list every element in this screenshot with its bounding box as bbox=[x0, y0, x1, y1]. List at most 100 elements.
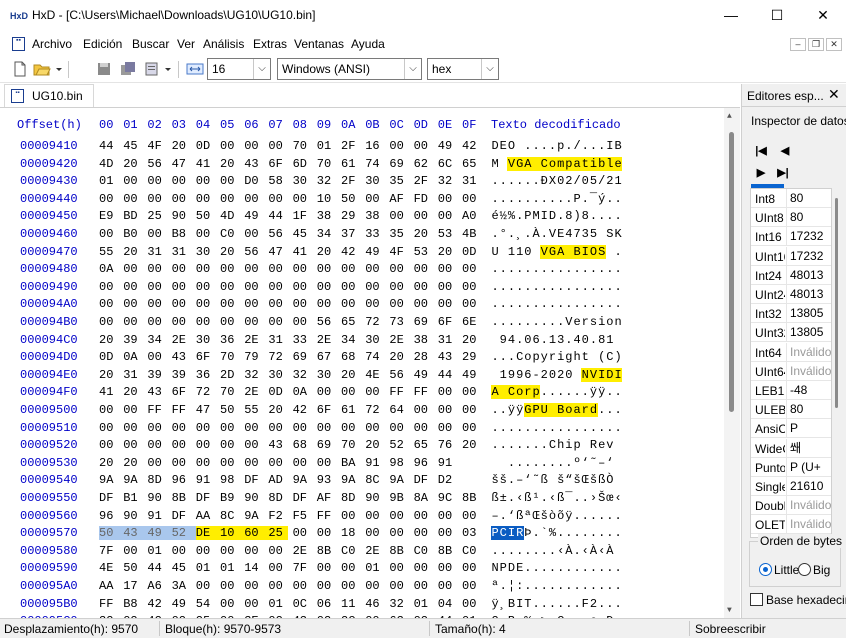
decoded-char[interactable]: h bbox=[573, 350, 581, 364]
hex-byte[interactable]: 64 bbox=[389, 403, 409, 417]
hex-byte[interactable]: 00 bbox=[365, 280, 385, 294]
decoded-char[interactable]: . bbox=[606, 526, 614, 540]
decoded-char[interactable]: . bbox=[548, 421, 556, 435]
hex-byte[interactable]: F5 bbox=[293, 509, 313, 523]
decoded-char[interactable]: . bbox=[524, 544, 532, 558]
hex-byte[interactable]: 52 bbox=[171, 526, 196, 541]
decoded-char[interactable]: . bbox=[548, 139, 556, 153]
decoded-char[interactable]: M bbox=[532, 209, 540, 223]
hex-byte[interactable]: 0A bbox=[293, 385, 313, 399]
hex-byte[interactable]: 00 bbox=[172, 544, 192, 558]
hex-byte[interactable]: 0D bbox=[99, 350, 119, 364]
hex-byte[interactable]: 9A bbox=[244, 509, 264, 523]
decoded-char[interactable]: . bbox=[589, 421, 597, 435]
hex-byte[interactable]: 28 bbox=[414, 350, 434, 364]
hex-byte[interactable]: 2E bbox=[389, 333, 409, 347]
inspector-value[interactable]: Inválido bbox=[786, 496, 831, 516]
decoded-char[interactable]: 1 bbox=[548, 333, 556, 347]
hex-byte[interactable]: 00 bbox=[389, 579, 409, 593]
decoded-char[interactable]: . bbox=[540, 579, 548, 593]
hex-byte[interactable]: 00 bbox=[389, 280, 409, 294]
decoded-char[interactable]: . bbox=[598, 509, 606, 523]
hex-byte[interactable]: 00 bbox=[317, 262, 337, 276]
decoded-char[interactable]: O bbox=[507, 139, 515, 153]
decoded-char[interactable]: ß bbox=[540, 473, 548, 487]
decoded-char[interactable]: . bbox=[581, 509, 589, 523]
decoded-char[interactable]: . bbox=[606, 280, 614, 294]
decoded-char[interactable]: . bbox=[532, 315, 540, 329]
mdi-restore-button[interactable]: ❐ bbox=[808, 38, 824, 51]
hex-byte[interactable]: 54 bbox=[196, 597, 216, 611]
decoded-char[interactable] bbox=[614, 333, 622, 347]
hex-byte[interactable]: 4D bbox=[220, 209, 240, 223]
hex-byte[interactable]: 31 bbox=[147, 245, 167, 259]
decoded-char[interactable]: “ bbox=[565, 473, 573, 487]
decoded-char[interactable]: s bbox=[589, 315, 597, 329]
decoded-char[interactable]: š bbox=[589, 473, 597, 487]
hex-byte[interactable]: 00 bbox=[389, 209, 409, 223]
hex-byte[interactable]: 32 bbox=[438, 174, 458, 188]
decoded-char[interactable] bbox=[548, 403, 557, 417]
decoded-char[interactable]: . bbox=[491, 280, 499, 294]
decoded-char[interactable]: G bbox=[515, 156, 524, 171]
decoded-char[interactable]: . bbox=[516, 280, 524, 294]
hex-byte[interactable]: 00 bbox=[365, 192, 385, 206]
hex-byte[interactable]: 20 bbox=[414, 227, 434, 241]
decoded-char[interactable]: P bbox=[491, 526, 500, 541]
decoded-char[interactable]: . bbox=[524, 438, 532, 452]
decoded-char[interactable]: ‘ bbox=[581, 456, 589, 470]
decoded-char[interactable]: . bbox=[524, 280, 532, 294]
hex-byte[interactable]: 00 bbox=[147, 192, 167, 206]
decoded-char[interactable]: I bbox=[516, 597, 524, 611]
hex-byte[interactable]: 30 bbox=[268, 368, 288, 382]
decoded-char[interactable]: . bbox=[540, 561, 548, 575]
hex-byte[interactable]: 00 bbox=[147, 350, 167, 364]
hex-byte[interactable]: D0 bbox=[244, 174, 264, 188]
hex-byte[interactable]: 06 bbox=[317, 597, 337, 611]
decoded-char[interactable]: . bbox=[557, 385, 565, 399]
decoded-char[interactable]: ß bbox=[516, 509, 524, 523]
hex-byte[interactable]: 0A bbox=[99, 262, 119, 276]
hex-byte[interactable]: FF bbox=[172, 403, 192, 417]
decoded-char[interactable]: š bbox=[573, 473, 581, 487]
hex-byte[interactable]: 20 bbox=[123, 385, 143, 399]
hex-byte[interactable]: 00 bbox=[317, 579, 337, 593]
hex-byte[interactable]: 20 bbox=[123, 245, 143, 259]
hex-byte[interactable]: 00 bbox=[293, 192, 313, 206]
hex-byte[interactable]: C0 bbox=[341, 544, 361, 558]
hex-byte[interactable]: 44 bbox=[99, 139, 119, 153]
decoded-char[interactable]: V bbox=[589, 367, 598, 382]
decoded-char[interactable]: N bbox=[581, 367, 590, 382]
decoded-char[interactable]: . bbox=[589, 509, 597, 523]
decoded-char[interactable]: . bbox=[548, 262, 556, 276]
hex-byte[interactable]: 50 bbox=[196, 209, 216, 223]
hex-byte[interactable]: 9A bbox=[99, 473, 119, 487]
hex-byte[interactable]: 11 bbox=[341, 597, 361, 611]
decoded-char[interactable]: ‹ bbox=[581, 544, 589, 558]
decoded-char[interactable]: a bbox=[573, 156, 582, 171]
decoded-char[interactable]: . bbox=[491, 421, 499, 435]
menu-archivo[interactable]: Archivo bbox=[32, 37, 72, 51]
decoded-char[interactable]: . bbox=[581, 297, 589, 311]
hex-byte[interactable]: 93 bbox=[317, 473, 337, 487]
hex-byte[interactable]: 0D bbox=[462, 245, 482, 259]
hex-byte[interactable]: 44 bbox=[438, 368, 458, 382]
decoded-char[interactable]: ‹ bbox=[598, 544, 606, 558]
hex-byte[interactable]: 8C bbox=[365, 473, 385, 487]
decoded-char[interactable] bbox=[532, 245, 540, 259]
decoded-char[interactable]: a bbox=[573, 403, 582, 417]
hex-byte[interactable]: 46 bbox=[365, 597, 385, 611]
hex-byte[interactable]: 45 bbox=[123, 139, 143, 153]
hex-byte[interactable]: 00 bbox=[172, 421, 192, 435]
decoded-char[interactable]: À bbox=[532, 227, 540, 241]
decoded-char[interactable]: . bbox=[573, 491, 581, 505]
hex-row[interactable]: 00009590 4E 50 44 45 01 01 14 00 7F 00 00 01 00 00 00 00… bbox=[0, 561, 724, 577]
menu-analisis[interactable]: Análisis bbox=[203, 37, 244, 51]
hex-row[interactable]: 00009570 50 43 49 52 DE 10 60 25 00 00 18 00 00 00 00 03… bbox=[0, 526, 724, 542]
hex-byte[interactable]: 00 bbox=[293, 526, 313, 540]
hex-byte[interactable]: 33 bbox=[365, 227, 385, 241]
decoded-char[interactable]: 2 bbox=[557, 368, 565, 382]
decoded-char[interactable]: P bbox=[499, 561, 507, 575]
hex-byte[interactable]: 37 bbox=[341, 227, 361, 241]
decoded-char[interactable]: . bbox=[540, 385, 548, 399]
